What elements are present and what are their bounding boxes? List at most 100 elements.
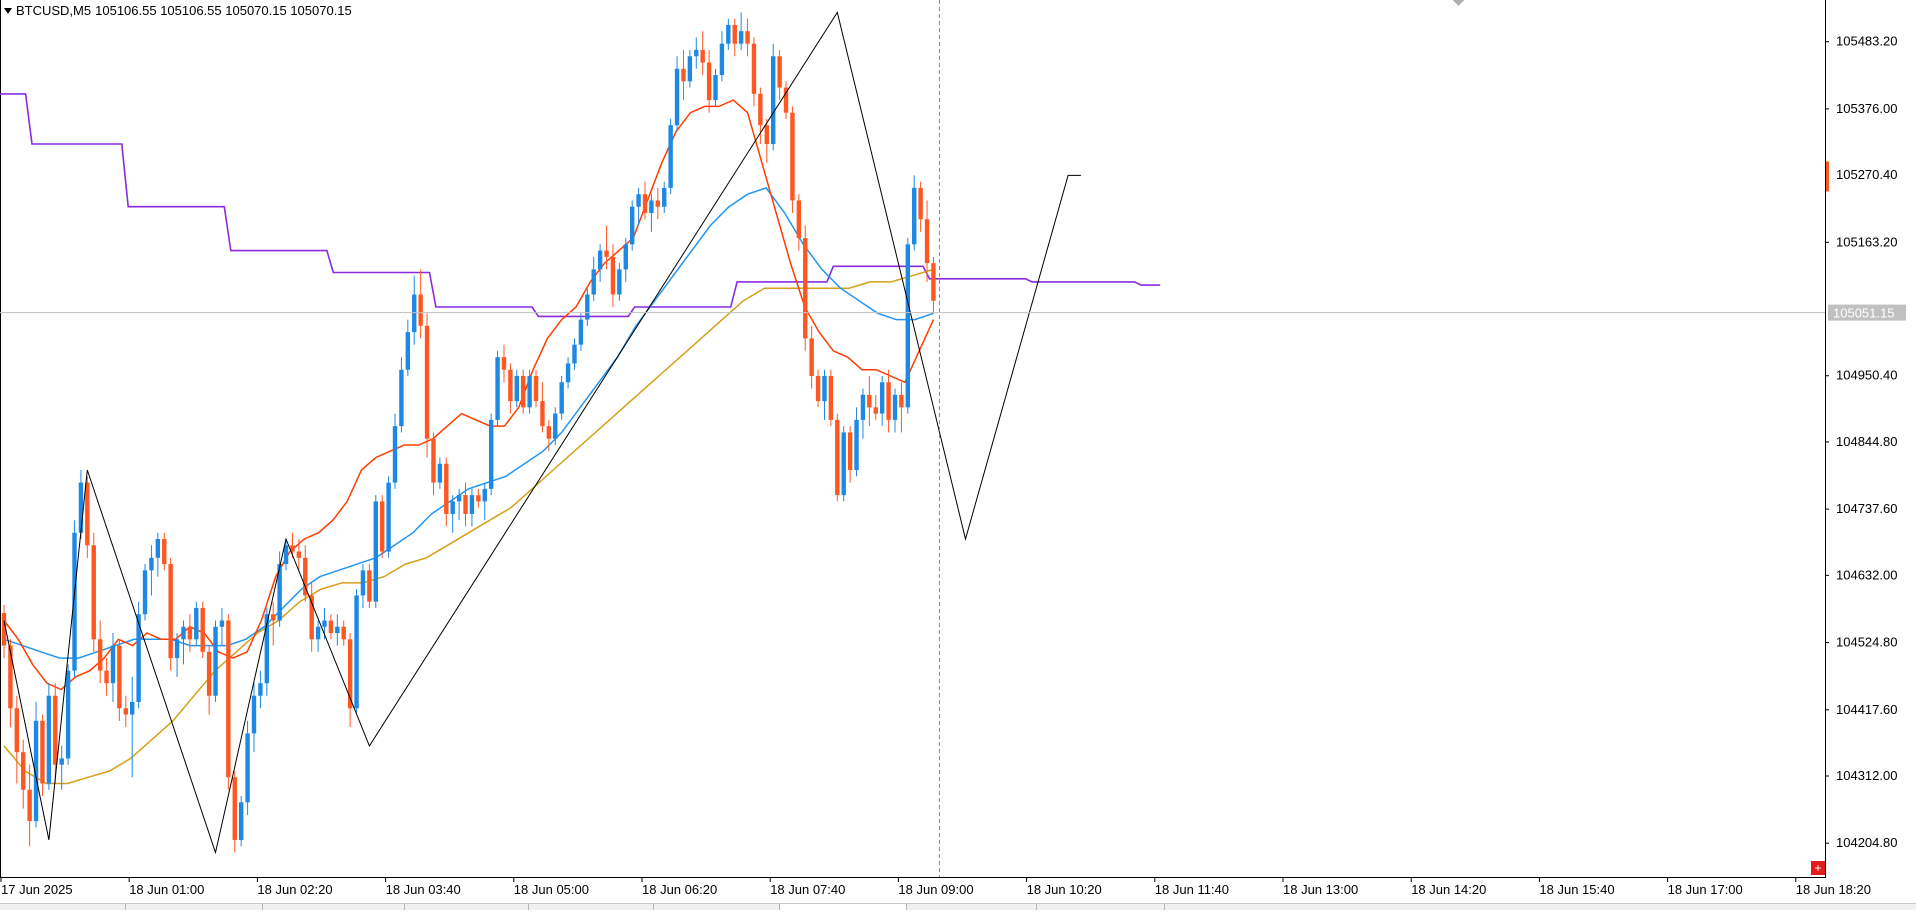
candle-body <box>181 626 186 640</box>
chart-header: BTCUSD,M5 105106.55 105106.55 105070.15 … <box>4 2 352 18</box>
chart-window[interactable]: 105483.20 105376.00 105270.40 105163.20 1049… <box>0 0 1916 910</box>
candle-body <box>213 626 218 696</box>
chart-tab[interactable] <box>1036 904 1037 910</box>
candle-body <box>879 382 885 414</box>
candle-body <box>572 344 577 364</box>
candle-body <box>726 24 731 44</box>
candle-body <box>418 294 423 326</box>
price-tick-label: 104417.60 <box>1836 702 1897 717</box>
candle-body <box>514 375 519 402</box>
price-tick-label: 104950.40 <box>1836 368 1897 383</box>
price-tick-label: 105483.20 <box>1836 34 1897 49</box>
candle-body <box>738 31 744 44</box>
candle-body <box>790 112 795 201</box>
time-tick-label: 18 Jun 15:40 <box>1539 882 1614 897</box>
candle-body <box>636 194 641 207</box>
candle-body <box>559 382 564 414</box>
price-tick-label: 105270.40 <box>1836 167 1897 182</box>
candle-body <box>200 607 205 652</box>
candle-body <box>296 551 302 558</box>
candle-body <box>533 375 539 402</box>
candle-body <box>892 394 898 420</box>
ohlc-readout: 105106.55 105106.55 105070.15 105070.15 <box>95 2 352 18</box>
candle-body <box>495 357 500 420</box>
candle-body <box>899 394 904 408</box>
candle-body <box>91 545 96 640</box>
candle-body <box>553 413 558 439</box>
candle-body <box>565 363 571 383</box>
candle-body <box>476 495 481 502</box>
candle-body <box>354 595 359 709</box>
candle-body <box>315 626 321 640</box>
time-tick-label: 18 Jun 05:00 <box>514 882 589 897</box>
candle-body <box>162 539 167 565</box>
time-tick-label: 18 Jun 18:20 <box>1796 882 1871 897</box>
candle-body <box>431 438 436 483</box>
candle-body <box>40 720 45 784</box>
candle-body <box>629 206 635 245</box>
chart-tab[interactable] <box>125 904 126 910</box>
candle-body <box>424 325 430 439</box>
chart-shift-icon[interactable]: + <box>1811 861 1825 875</box>
candle-body <box>123 708 128 715</box>
candle-body <box>674 68 680 126</box>
chart-tab[interactable] <box>1164 904 1165 910</box>
candle-body <box>604 250 609 257</box>
chart-tab[interactable] <box>262 904 263 910</box>
candle-body <box>771 56 776 145</box>
candle-body <box>360 570 366 596</box>
candle-body <box>174 639 180 659</box>
candle-body <box>585 294 590 320</box>
candle-body <box>405 332 411 370</box>
candle-body <box>142 570 148 615</box>
candle-body <box>232 777 237 840</box>
candle-body <box>578 319 584 345</box>
candle-body <box>623 244 628 270</box>
symbol-label: BTCUSD,M5 <box>16 2 92 18</box>
time-tick-label: 18 Jun 02:20 <box>257 882 332 897</box>
candle-body <box>764 125 769 145</box>
candle-body <box>713 75 718 101</box>
time-tick-label: 18 Jun 06:20 <box>642 882 717 897</box>
candle-body <box>905 244 911 408</box>
candle-body <box>668 125 673 188</box>
chart-canvas[interactable]: 105483.20 105376.00 105270.40 105163.20 1049… <box>0 0 1916 909</box>
triangle-down-icon[interactable] <box>4 7 12 14</box>
candle-body <box>437 463 443 483</box>
candle-body <box>27 789 32 822</box>
candle-body <box>251 695 257 734</box>
price-tick-label: 104312.00 <box>1836 768 1897 783</box>
candle-body <box>719 43 725 76</box>
candle-body <box>8 645 13 709</box>
chart-tab[interactable] <box>404 904 405 910</box>
candle-body <box>97 639 103 671</box>
candle-body <box>931 263 936 301</box>
candlestick-series <box>1 12 936 853</box>
candle-body <box>367 570 372 602</box>
time-tick-label: 18 Jun 07:40 <box>770 882 845 897</box>
chart-tab[interactable] <box>528 904 529 910</box>
time-tick-label: 18 Jun 03:40 <box>386 882 461 897</box>
candle-body <box>918 187 923 220</box>
chart-tab[interactable] <box>653 904 654 910</box>
current-price-tag-label: 105051.15 <box>1833 306 1894 321</box>
candle-body <box>21 752 26 790</box>
candle-body <box>155 539 161 558</box>
candle-body <box>53 695 58 765</box>
price-tick-label: 104737.60 <box>1836 501 1897 516</box>
candle-body <box>873 407 878 414</box>
price-tick-label: 105376.00 <box>1836 101 1897 116</box>
candle-body <box>469 495 475 514</box>
chart-tab-active[interactable] <box>779 904 907 910</box>
moving-average-lines <box>3 99 935 785</box>
candle-body <box>149 557 154 571</box>
candle-body <box>835 419 840 496</box>
candle-body <box>456 495 462 502</box>
candle-body <box>328 620 334 634</box>
step-line-series <box>0 93 1161 318</box>
candle-body <box>85 482 90 546</box>
candle-body <box>14 708 20 753</box>
candle-body <box>597 250 603 270</box>
candle-body <box>642 194 648 213</box>
time-tick-label: 18 Jun 13:00 <box>1283 882 1358 897</box>
